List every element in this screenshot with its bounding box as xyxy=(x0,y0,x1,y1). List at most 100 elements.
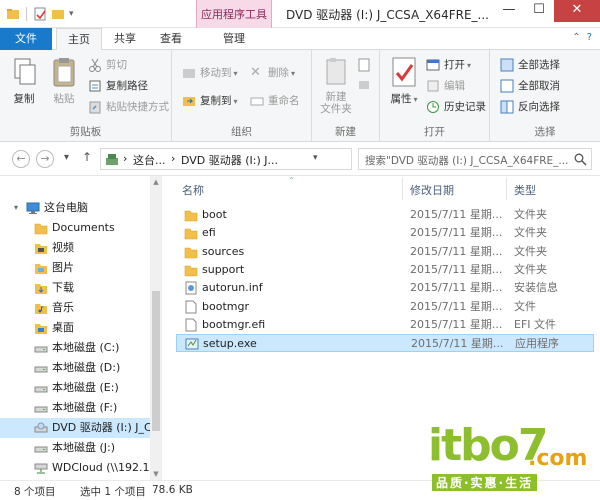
move-to-caret-icon: ▾ xyxy=(233,69,238,78)
history-icon xyxy=(426,100,440,114)
sort-ascending-icon: ⌃ xyxy=(288,176,295,185)
nav-item[interactable]: 视频 xyxy=(0,238,150,258)
qat-dropdown-icon[interactable]: ▾ xyxy=(69,7,83,21)
file-row[interactable]: efi 2015/7/11 星期... 文件夹 xyxy=(176,224,594,242)
address-history-icon[interactable]: ▾ xyxy=(313,153,318,163)
select-all-label: 全部选择 xyxy=(518,59,560,71)
maximize-button[interactable]: ☐ xyxy=(524,0,554,22)
move-to-label: 移动到 xyxy=(200,67,232,79)
collapse-ribbon-icon[interactable]: ⌃ xyxy=(572,32,580,43)
column-divider[interactable] xyxy=(402,178,403,200)
rename-button[interactable]: 重命名 xyxy=(250,92,300,110)
dvd-location-icon xyxy=(105,153,119,166)
file-row[interactable]: support 2015/7/11 星期... 文件夹 xyxy=(176,261,594,279)
scroll-down-icon[interactable]: ▼ xyxy=(150,470,162,478)
history-button[interactable]: 历史记录 xyxy=(426,98,486,116)
paste-button[interactable]: 粘贴 xyxy=(46,54,82,106)
address-field[interactable]: › 这台... › DVD 驱动器 (I:) J... ▾ ⟳ xyxy=(100,148,441,170)
tab-manage[interactable]: 管理 xyxy=(196,28,272,50)
invert-selection-icon xyxy=(500,100,514,114)
select-group: 全部选择 全部取消 反向选择 选择 xyxy=(490,50,600,142)
address-bar-row: ← → ▾ ↑ › 这台... › DVD 驱动器 (I:) J... ▾ ⟳ … xyxy=(0,142,600,176)
copy-path-label: 复制路径 xyxy=(106,80,148,92)
tab-file[interactable]: 文件 xyxy=(0,28,52,50)
nav-item-label: 这台电脑 xyxy=(44,201,88,214)
breadcrumb-sep-2[interactable]: › xyxy=(171,152,175,165)
search-icon[interactable] xyxy=(574,153,587,166)
copy-button[interactable]: 复制 xyxy=(6,54,42,106)
network-drive-icon xyxy=(34,461,48,475)
breadcrumb-sep-1[interactable]: › xyxy=(123,152,127,165)
new-folder-qat-icon[interactable] xyxy=(51,7,65,21)
new-folder-button[interactable]: 新建 文件夹 xyxy=(316,54,356,115)
open-button[interactable]: 打开 ▾ xyxy=(426,56,471,74)
file-row[interactable]: sources 2015/7/11 星期... 文件夹 xyxy=(176,243,594,261)
paste-shortcut-button[interactable]: 粘贴快捷方式 xyxy=(88,98,169,116)
column-name[interactable]: 名称 xyxy=(182,182,204,198)
delete-icon: ✕ xyxy=(250,65,261,80)
nav-item[interactable]: ▾ 这台电脑 xyxy=(0,198,150,218)
drive-icon xyxy=(34,341,48,355)
tab-share[interactable]: 共享 xyxy=(106,28,144,50)
nav-item[interactable]: 桌面 xyxy=(0,318,150,338)
scroll-up-icon[interactable]: ▲ xyxy=(150,178,162,186)
nav-item[interactable]: 本地磁盘 (F:) xyxy=(0,398,150,418)
nav-item[interactable]: 下载 xyxy=(0,278,150,298)
tab-view[interactable]: 查看 xyxy=(150,28,192,50)
minimize-button[interactable]: — xyxy=(494,0,524,22)
nav-item[interactable]: 本地磁盘 (E:) xyxy=(0,378,150,398)
column-divider[interactable] xyxy=(506,178,507,200)
file-type: 文件夹 xyxy=(514,226,547,240)
nav-item[interactable]: 本地磁盘 (C:) xyxy=(0,338,150,358)
window-title: DVD 驱动器 (I:) J_CCSA_X64FRE_... xyxy=(286,8,489,22)
forward-button[interactable]: → xyxy=(36,150,54,168)
breadcrumb-dvd[interactable]: DVD 驱动器 (I:) J... xyxy=(181,152,278,168)
move-to-button[interactable]: 移动到 ▾ xyxy=(182,64,238,82)
search-input[interactable]: 搜索"DVD 驱动器 (I:) J_CCSA_X64FRE_... xyxy=(358,148,592,170)
nav-item[interactable]: DVD 驱动器 (I:) J_CC xyxy=(0,418,150,438)
delete-button[interactable]: ✕ 删除 ▾ xyxy=(250,64,295,82)
column-date[interactable]: 修改日期 xyxy=(410,182,454,198)
expand-chevron-icon[interactable]: ▾ xyxy=(14,198,18,218)
invert-selection-button[interactable]: 反向选择 xyxy=(500,98,560,116)
file-row[interactable]: bootmgr.efi 2015/7/11 星期... EFI 文件 xyxy=(176,316,594,334)
nav-item[interactable]: WDCloud (\\192.168 xyxy=(0,458,150,478)
breadcrumb-this-pc[interactable]: 这台... xyxy=(133,152,166,168)
nav-item-label: 音乐 xyxy=(52,301,74,314)
nav-item[interactable]: 音乐 xyxy=(0,298,150,318)
setup-exe-icon xyxy=(185,337,199,351)
tab-home[interactable]: 主页 xyxy=(56,28,102,51)
file-row[interactable]: bootmgr 2015/7/11 星期... 文件 xyxy=(176,298,594,316)
properties-button[interactable]: 属性 ▾ xyxy=(386,54,422,106)
file-date: 2015/7/11 星期... xyxy=(410,226,503,240)
help-icon[interactable]: ? xyxy=(587,32,592,43)
scroll-thumb[interactable] xyxy=(152,291,160,431)
file-name: sources xyxy=(202,244,245,258)
file-row[interactable]: autorun.inf 2015/7/11 星期... 安装信息 xyxy=(176,279,594,297)
edit-label: 编辑 xyxy=(444,80,465,92)
file-row[interactable]: setup.exe 2015/7/11 星期... 应用程序 xyxy=(176,334,594,353)
select-none-button[interactable]: 全部取消 xyxy=(500,77,560,95)
nav-item[interactable]: 图片 xyxy=(0,258,150,278)
nav-item[interactable]: 本地磁盘 (J:) xyxy=(0,438,150,458)
new-item-button[interactable] xyxy=(358,56,372,74)
recent-locations-icon[interactable]: ▾ xyxy=(64,152,69,163)
nav-item-label: 图片 xyxy=(52,261,74,274)
paste-icon xyxy=(49,56,79,88)
back-button[interactable]: ← xyxy=(12,150,30,168)
file-date: 2015/7/11 星期... xyxy=(410,317,503,331)
close-button[interactable]: ✕ xyxy=(554,0,600,22)
nav-item[interactable]: Documents xyxy=(0,218,150,238)
up-button[interactable]: ↑ xyxy=(82,150,92,164)
easy-access-button[interactable] xyxy=(358,76,372,94)
properties-qat-icon[interactable] xyxy=(33,7,47,21)
file-row[interactable]: boot 2015/7/11 星期... 文件夹 xyxy=(176,206,594,224)
copy-path-button[interactable]: 复制路径 xyxy=(88,77,148,95)
copy-to-button[interactable]: 复制到 ▾ xyxy=(182,92,238,110)
edit-button[interactable]: 编辑 xyxy=(426,77,465,95)
column-type[interactable]: 类型 xyxy=(514,182,536,198)
nav-scrollbar[interactable]: ▲ ▼ xyxy=(150,176,162,480)
cut-button[interactable]: 剪切 xyxy=(88,56,127,74)
select-all-button[interactable]: 全部选择 xyxy=(500,56,560,74)
nav-item[interactable]: 本地磁盘 (D:) xyxy=(0,358,150,378)
